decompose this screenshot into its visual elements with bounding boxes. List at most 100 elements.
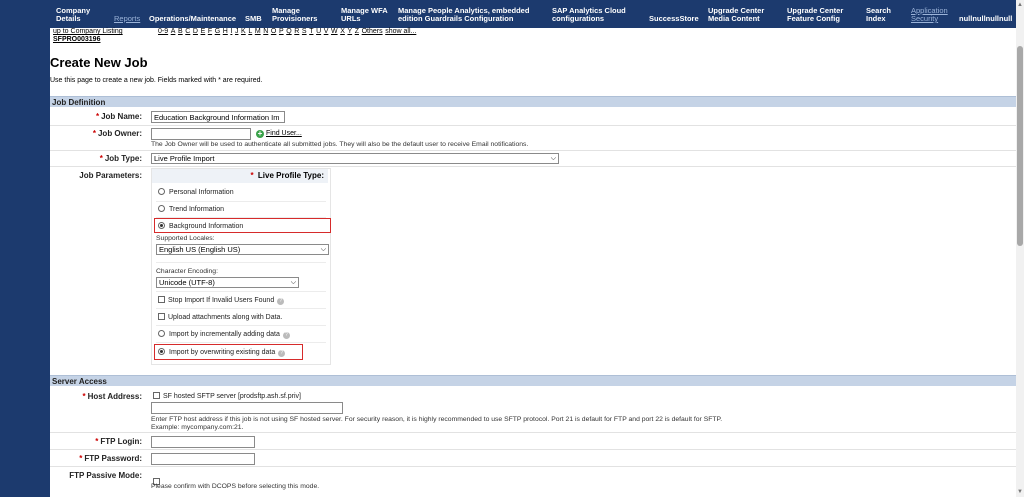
chevron-down-icon: ⌵ [290,279,296,286]
checkbox-icon [158,296,165,303]
chevron-down-icon: ⌵ [550,155,556,162]
page-description: Use this page to create a new job. Field… [50,77,263,84]
nav-upgrade-center-feature[interactable]: Upgrade Center Feature Config [787,7,843,23]
ftp-login-label: * FTP Login: [95,437,142,446]
alphabet-filter: 0-9 A B C D E F G H I J K L M N O P Q R S T U V W X Y Z Others show … [158,28,419,35]
ftp-password-label: * FTP Password: [79,454,142,463]
alphabet-filter-item[interactable]: L [248,28,252,35]
scroll-up-icon[interactable]: ▲ [1016,1,1024,9]
chevron-down-icon: ⌵ [320,246,326,253]
alphabet-filter-item[interactable]: I [230,28,232,35]
live-profile-type-header: * Live Profile Type: [152,169,328,183]
radio-icon [158,205,165,212]
row-divider [50,432,1016,433]
alphabet-filter-item[interactable]: Y [347,28,352,35]
nav-successstore[interactable]: SuccessStore [649,15,699,23]
alphabet-filter-item[interactable]: A [171,28,176,35]
character-encoding-select[interactable]: Unicode (UTF-8) ⌵ [156,277,299,288]
nav-people-analytics-guardrails[interactable]: Manage People Analytics, embedded edition… [398,7,529,23]
option-divider [156,342,326,343]
job-parameters-panel: * Live Profile Type: Personal Informatio… [151,168,331,365]
row-divider [50,466,1016,467]
nav-upgrade-center-media[interactable]: Upgrade Center Media Content [708,7,764,23]
alphabet-filter-item[interactable]: 0-9 [158,28,168,35]
alphabet-filter-item[interactable]: X [340,28,345,35]
stop-import-checkbox[interactable]: Stop Import If Invalid Users Found? [158,296,285,305]
alphabet-filter-item[interactable]: C [185,28,190,35]
row-divider [50,166,1016,167]
job-parameters-label: Job Parameters: [79,171,142,180]
job-definition-section-header: Job Definition [50,96,1016,107]
supported-locales-select[interactable]: English US (English US) ⌵ [156,244,329,255]
job-type-label: * Job Type: [99,154,142,163]
nav-manage-provisioners[interactable]: Manage Provisioners [272,7,317,23]
alphabet-filter-item[interactable]: B [178,28,183,35]
nav-manage-wfa-urls[interactable]: Manage WFA URLs [341,7,388,23]
nav-smb[interactable]: SMB [245,15,262,23]
option-divider [156,325,326,326]
alphabet-filter-item[interactable]: P [279,28,284,35]
alphabet-filter-item[interactable]: U [316,28,321,35]
alphabet-filter-item[interactable]: R [294,28,299,35]
nav-sap-analytics-cloud[interactable]: SAP Analytics Cloud configurations [552,7,626,23]
row-divider [50,449,1016,450]
alphabet-filter-item[interactable]: O [271,28,276,35]
page-frame: Company Details Reports Operations/Mainte… [50,0,1016,497]
option-divider [156,291,326,292]
option-divider [156,308,326,309]
checkbox-icon [158,313,165,320]
nav-reports[interactable]: Reports [114,15,140,23]
host-address-note: Enter FTP host address if this job is no… [151,416,723,423]
ftp-password-input[interactable] [151,453,255,465]
alphabet-filter-item[interactable]: K [241,28,246,35]
scroll-down-icon[interactable]: ▼ [1016,488,1024,496]
sub-navigation: up to Company Listing SFPRO003196 0-9 A B C… [50,28,1016,45]
help-icon[interactable]: ? [282,332,290,339]
alphabet-filter-item[interactable]: G [215,28,220,35]
trend-information-option[interactable]: Trend Information [158,205,224,213]
add-icon: + [256,129,264,138]
alphabet-filter-item[interactable]: H [223,28,228,35]
nav-application-security[interactable]: Application Security [911,7,948,23]
alphabet-filter-item[interactable]: S [302,28,307,35]
alphabet-filter-item[interactable]: W [331,28,338,35]
personal-information-option[interactable]: Personal Information [158,188,234,196]
alphabet-filter-item[interactable]: F [208,28,212,35]
radio-icon [158,188,165,195]
host-address-label: * Host Address: [82,392,142,401]
nav-user-menu[interactable]: nullnullnullnull [959,15,1012,23]
alphabet-filter-item[interactable]: Z [355,28,359,35]
alphabet-filter-item[interactable]: J [235,28,239,35]
nav-company-details[interactable]: Company Details [56,7,90,23]
nav-operations-maintenance[interactable]: Operations/Maintenance [149,15,236,23]
host-address-input[interactable] [151,402,343,414]
character-encoding-label: Character Encoding: [156,268,218,275]
vertical-scrollbar[interactable]: ▲ ▼ [1016,0,1024,497]
help-icon[interactable]: ? [277,298,285,305]
nav-search-index[interactable]: Search Index [866,7,891,23]
alphabet-filter-item[interactable]: Others [362,28,383,35]
job-name-input[interactable]: Education Background Information Im [151,111,285,123]
up-to-company-listing-link[interactable]: up to Company Listing [53,28,123,35]
row-divider [50,125,1016,126]
scrollbar-thumb[interactable] [1017,46,1023,246]
ftp-login-input[interactable] [151,436,255,448]
alphabet-filter-item[interactable]: V [324,28,329,35]
host-address-example: Example: mycompany.com:21. [151,424,244,431]
sf-hosted-sftp-checkbox[interactable]: SF hosted SFTP server [prodsftp.ash.sf.p… [153,392,301,400]
incremental-import-option[interactable]: Import by incrementally adding data? [158,330,290,339]
upload-attachments-checkbox[interactable]: Upload attachments along with Data. [158,313,282,321]
job-type-select[interactable]: Live Profile Import ⌵ [151,153,559,164]
alphabet-filter-item[interactable]: T [309,28,313,35]
alphabet-filter-item[interactable]: N [263,28,268,35]
page-title: Create New Job [50,55,148,70]
alphabet-filter-item[interactable]: Q [286,28,291,35]
alphabet-filter-item[interactable]: M [255,28,261,35]
job-owner-input[interactable] [151,128,251,140]
alphabet-filter-item[interactable]: D [193,28,198,35]
alphabet-filter-item[interactable]: E [201,28,206,35]
row-divider [50,150,1016,151]
find-user-link[interactable]: + Find User... [256,130,302,138]
alphabet-filter-item[interactable]: show all... [385,28,416,35]
server-access-section-header: Server Access [50,375,1016,386]
